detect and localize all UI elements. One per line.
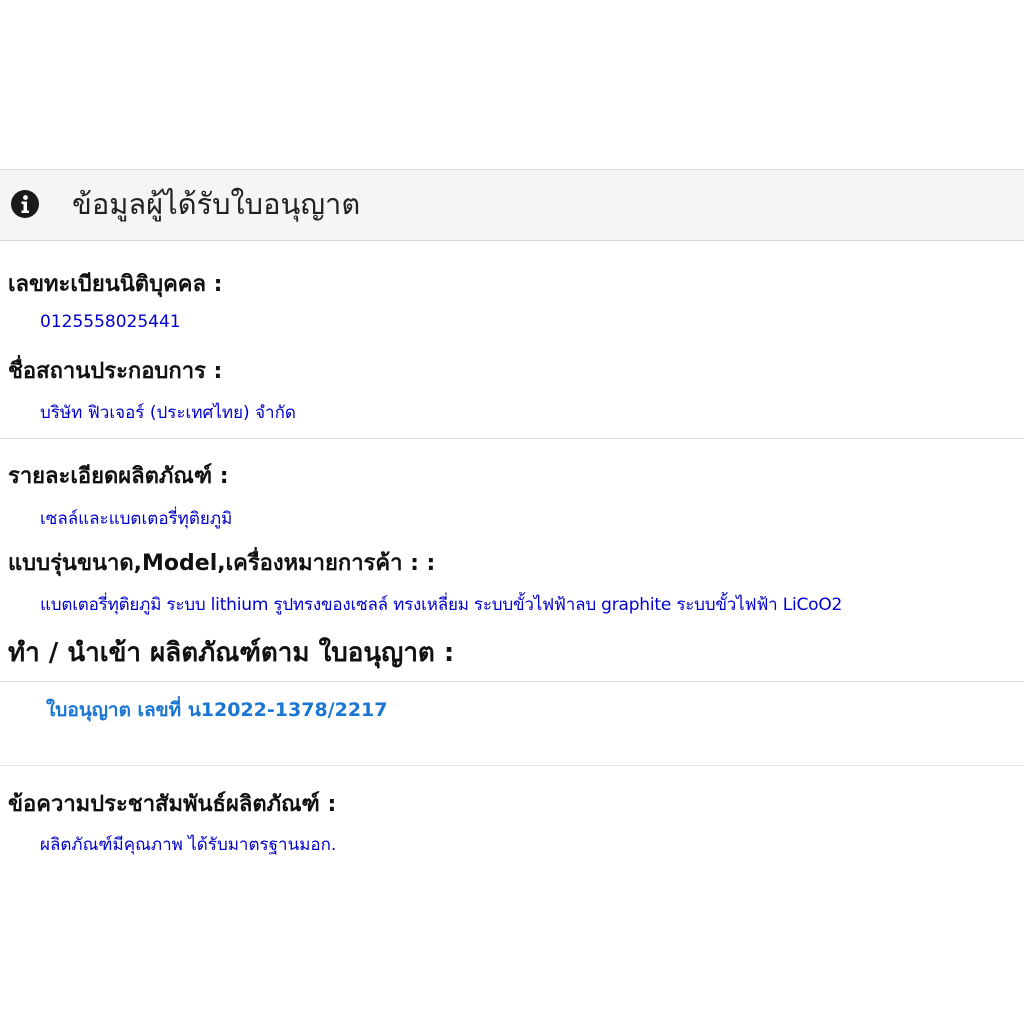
info-circle-icon	[11, 190, 39, 218]
divider	[0, 438, 1024, 439]
panel-title: ข้อมูลผู้ได้รับใบอนุญาต	[72, 187, 361, 221]
divider	[0, 765, 1024, 766]
company-value: บริษัท ฟิวเจอร์ (ประเทศไทย) จำกัด	[40, 403, 296, 423]
import-label: ทำ / นำเข้า ผลิตภัณฑ์ตาม ใบอนุญาต :	[8, 638, 455, 668]
promo-label: ข้อความประชาสัมพันธ์ผลิตภัณฑ์ :	[8, 792, 337, 817]
divider	[0, 681, 1024, 682]
registration-label: เลขทะเบียนนิติบุคคล :	[8, 272, 223, 297]
product-detail-label: รายละเอียดผลิตภัณฑ์ :	[8, 464, 229, 489]
promo-value: ผลิตภัณฑ์มีคุณภาพ ได้รับมาตรฐานมอก.	[40, 835, 337, 855]
model-label: แบบรุ่นขนาด,Model,เครื่องหมายการค้า : :	[8, 551, 436, 576]
registration-value: 0125558025441	[40, 312, 181, 332]
license-link[interactable]: ใบอนุญาต เลขที่ น12022-1378/2217	[46, 695, 388, 725]
company-label: ชื่อสถานประกอบการ :	[8, 359, 223, 384]
model-value: แบตเตอรี่ทุติยภูมิ ระบบ lithium รูปทรงขอ…	[40, 595, 843, 615]
product-detail-value: เซลล์และแบตเตอรี่ทุติยภูมิ	[40, 509, 233, 529]
panel-header: ข้อมูลผู้ได้รับใบอนุญาต	[0, 169, 1024, 241]
